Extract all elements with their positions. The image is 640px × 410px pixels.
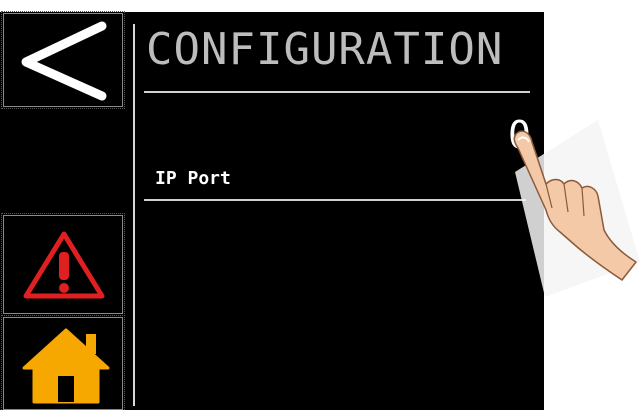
row-divider xyxy=(144,199,526,201)
back-button[interactable] xyxy=(1,11,125,109)
warning-button[interactable] xyxy=(1,213,125,316)
page-title: CONFIGURATION xyxy=(146,24,504,75)
back-arrow-icon xyxy=(21,21,107,101)
title-divider xyxy=(144,91,530,93)
sidebar-divider xyxy=(133,24,135,406)
pointing-hand-icon xyxy=(500,112,640,297)
home-button[interactable] xyxy=(1,315,125,410)
home-icon xyxy=(22,328,110,404)
warning-icon xyxy=(23,231,105,299)
ip-port-label[interactable]: IP Port xyxy=(155,168,231,189)
